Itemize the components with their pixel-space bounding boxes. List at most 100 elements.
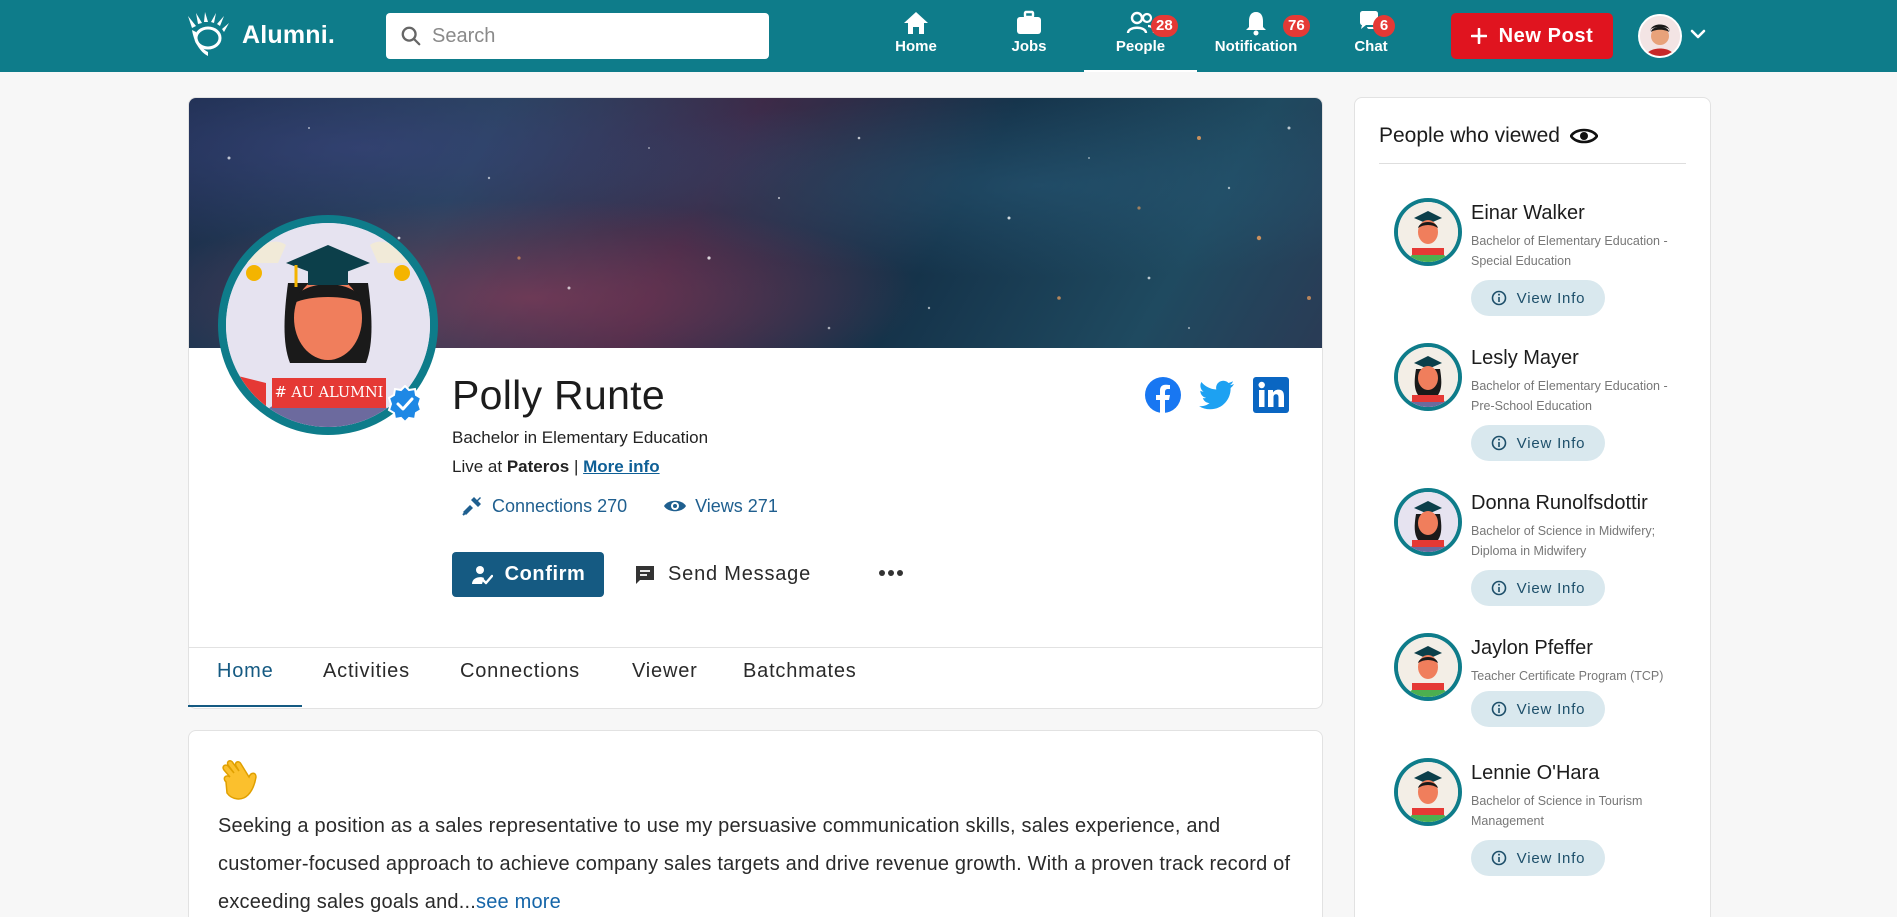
viewer-avatar[interactable] [1394,343,1462,411]
view-info-label: View Info [1516,434,1586,452]
viewer-avatar[interactable] [1394,198,1462,266]
more-info-link[interactable]: More info [583,457,660,476]
viewer-name: Donna Runolfsdottir [1471,492,1648,514]
view-info-label: View Info [1516,579,1586,597]
info-icon [1491,850,1506,866]
views-stat[interactable]: Views 271 [663,494,778,518]
viewer-name: Einar Walker [1471,202,1585,224]
viewer-degree: Bachelor of Elementary Education - Pre-S… [1471,379,1668,413]
active-tab-indicator [188,705,302,707]
facebook-icon[interactable] [1144,376,1182,414]
profile-location: Live at Pateros | More info [452,457,660,477]
more-horizontal-icon [879,570,903,576]
tab-batchmates[interactable]: Batchmates [743,660,857,683]
info-icon [1491,435,1506,451]
app-name: Alumni. [242,20,336,49]
user-check-icon [471,565,493,584]
info-icon [1491,290,1506,306]
headdress-logo-icon [188,12,229,56]
nav-home[interactable]: Home [890,10,942,72]
people-count-badge: 28 [1151,15,1178,37]
bell-icon [1246,12,1266,36]
search-bar[interactable] [386,13,769,59]
nav-jobs[interactable]: Jobs [1009,10,1049,72]
plug-icon [462,497,481,516]
viewer-avatar[interactable] [1394,758,1462,826]
send-message-label: Send Message [668,563,812,585]
view-info-button[interactable]: View Info [1471,280,1605,316]
viewer-item: Lesly Mayer Bachelor of Elementary Educa… [1394,343,1694,463]
nav-chat-label: Chat [1354,38,1388,55]
view-info-button[interactable]: View Info [1471,570,1605,606]
connections-label: Connections 270 [492,495,628,516]
tabs-divider [188,647,1323,648]
view-info-button[interactable]: View Info [1471,691,1605,727]
connections-stat[interactable]: Connections 270 [460,494,627,518]
message-icon [636,565,654,584]
eye-icon [1569,128,1598,144]
profile-stats: Connections 270 Views 271 [460,494,778,518]
viewer-avatar[interactable] [1394,488,1462,556]
people-who-viewed-title: People who viewed [1379,124,1598,148]
viewer-item: Jaylon Pfeffer Teacher Certificate Progr… [1394,633,1694,733]
view-info-button[interactable]: View Info [1471,840,1605,876]
sidebar-divider [1379,163,1686,164]
viewer-name: Lesly Mayer [1471,347,1579,369]
view-info-label: View Info [1516,289,1586,307]
see-more-link[interactable]: see more [476,891,561,913]
top-navbar: Alumni. Home Jobs People 28 [0,0,1897,72]
viewer-degree: Bachelor of Science in Tourism Managemen… [1471,794,1643,828]
viewer-name: Lennie O'Hara [1471,762,1600,784]
app-logo[interactable]: Alumni. [186,10,335,60]
linkedin-icon[interactable] [1252,376,1290,414]
tab-home[interactable]: Home [217,660,274,683]
nav-home-label: Home [895,38,937,55]
nav-people[interactable]: People [1084,10,1197,72]
nav-jobs-label: Jobs [1011,38,1047,55]
new-post-label: New Post [1498,24,1594,47]
about-summary: Seeking a position as a sales representa… [218,807,1308,917]
views-label: Views 271 [695,495,778,516]
user-avatar-illustration [1640,16,1680,56]
profile-degree: Bachelor in Elementary Education [452,428,709,447]
nav-people-label: People [1115,38,1166,55]
chevron-down-icon[interactable] [1688,24,1708,44]
new-post-button[interactable]: New Post [1451,13,1613,59]
tab-viewer[interactable]: Viewer [632,660,698,683]
tab-activities[interactable]: Activities [323,660,410,683]
twitter-icon[interactable] [1198,376,1236,414]
send-message-button[interactable]: Send Message [634,552,811,597]
profile-name: Polly Runte [452,372,665,418]
view-info-label: View Info [1516,849,1586,867]
notification-count-badge: 76 [1283,15,1310,37]
alumni-ribbon: # AU ALUMNI [272,378,386,408]
viewer-degree: Bachelor of Science in Midwifery; Diplom… [1471,524,1656,558]
user-avatar[interactable] [1638,14,1682,58]
location-separator: | [573,457,579,476]
viewer-item: Einar Walker Bachelor of Elementary Educ… [1394,198,1694,318]
view-info-label: View Info [1516,700,1586,718]
more-options-button[interactable] [876,558,906,588]
search-icon [401,26,421,46]
waving-hand-icon [222,760,257,800]
viewer-degree: Bachelor of Elementary Education - Speci… [1471,234,1668,268]
location-prefix: Live at [452,457,503,476]
search-input[interactable] [432,24,752,48]
viewer-item: Donna Runolfsdottir Bachelor of Science … [1394,488,1694,608]
home-icon [904,12,928,34]
view-info-button[interactable]: View Info [1471,425,1605,461]
viewer-avatar[interactable] [1394,633,1462,701]
tab-connections[interactable]: Connections [460,660,580,683]
info-icon [1491,701,1506,717]
nav-notification-label: Notification [1214,38,1298,55]
viewer-item: Lennie O'Hara Bachelor of Science in Tou… [1394,758,1694,878]
eye-icon [664,500,687,512]
confirm-label: Confirm [504,563,586,585]
viewer-name: Jaylon Pfeffer [1471,637,1593,659]
verified-badge-icon [387,385,423,423]
confirm-button[interactable]: Confirm [452,552,604,597]
people-who-viewed-heading: People who viewed [1379,124,1560,147]
location-value: Pateros [506,457,570,476]
plus-icon [1470,28,1487,44]
about-text: Seeking a position as a sales representa… [218,815,1291,913]
